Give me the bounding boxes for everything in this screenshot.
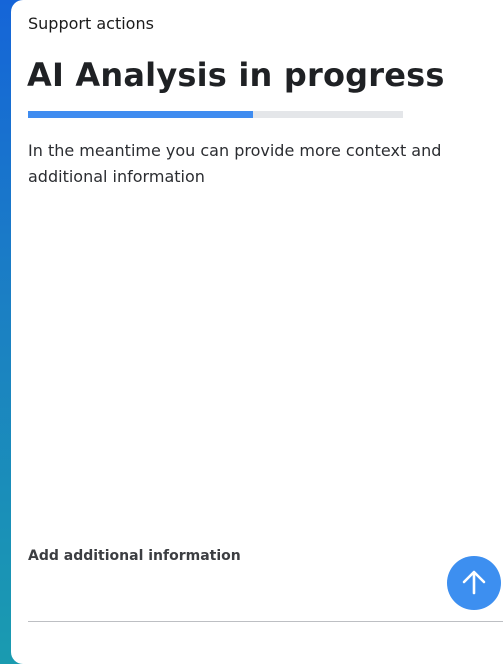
additional-info-label: Add additional information xyxy=(28,548,241,564)
panel-header-label: Support actions xyxy=(28,14,154,33)
context-instructions: In the meantime you can provide more con… xyxy=(28,141,442,186)
analysis-progress-bar xyxy=(28,111,403,118)
support-panel: Support actions AI Analysis in progress … xyxy=(11,0,503,664)
send-button[interactable] xyxy=(447,556,501,610)
additional-info-input[interactable] xyxy=(28,575,503,622)
analysis-progress-fill xyxy=(28,111,253,118)
page-title: AI Analysis in progress xyxy=(27,56,445,94)
arrow-up-icon xyxy=(462,570,486,595)
